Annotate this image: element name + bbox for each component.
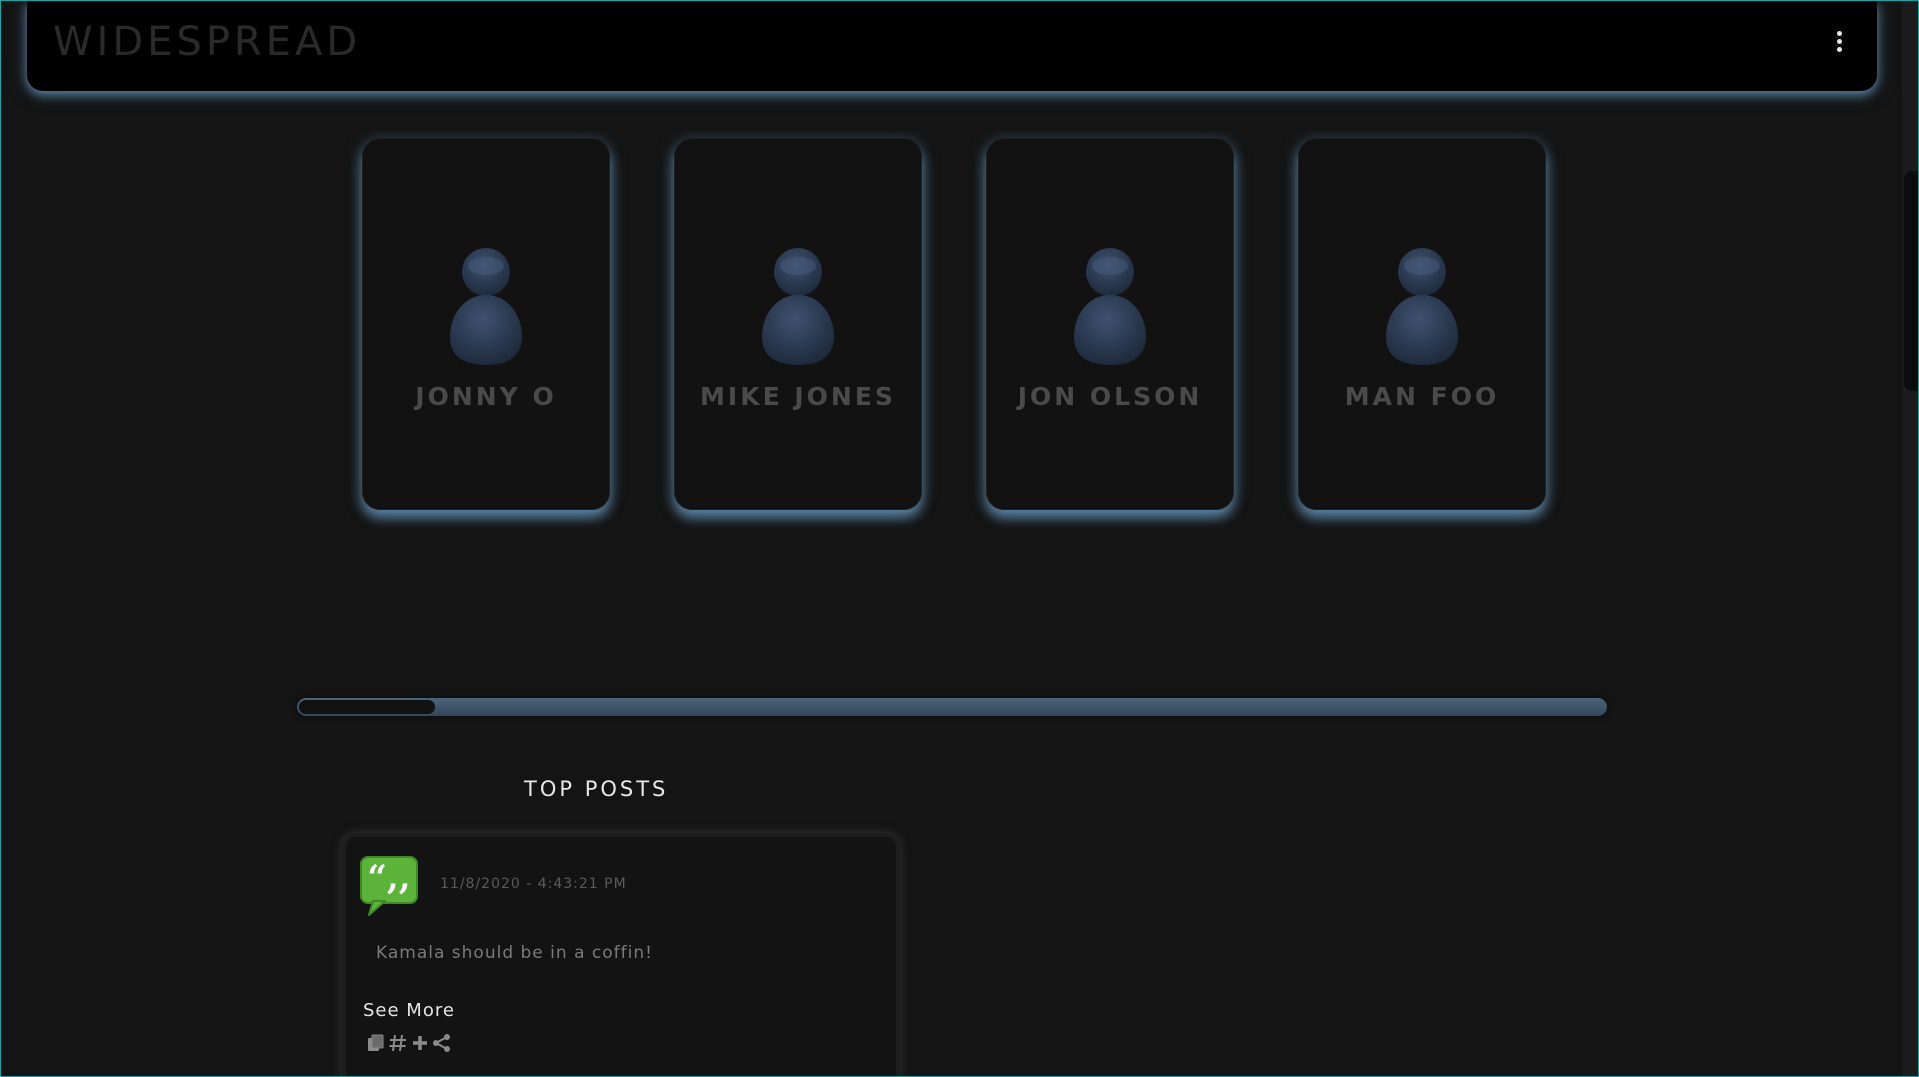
user-carousel: JONNY O MIKE JONES JON OLSON MAN FOO: [337, 131, 1607, 541]
carousel-scrollbar-thumb[interactable]: [299, 700, 435, 714]
browser-frame: WIDESPREAD JONNY O MIKE JONES JON OLSON …: [0, 0, 1919, 1077]
page-scrollbar-thumb[interactable]: [1904, 171, 1918, 391]
page: WIDESPREAD JONNY O MIKE JONES JON OLSON …: [2, 1, 1902, 1076]
user-card[interactable]: MIKE JONES: [674, 138, 922, 510]
post-card: “,, 11/8/2020 - 4:43:21 PM Kamala should…: [342, 833, 900, 1076]
user-name: JON OLSON: [1017, 382, 1203, 411]
quote-bubble-icon: “,,: [360, 856, 418, 916]
user-avatar-icon: [1386, 248, 1458, 365]
user-avatar-icon: [762, 248, 834, 365]
svg-text:“,,: “,,: [367, 858, 410, 898]
page-scrollbar[interactable]: [1902, 1, 1918, 1076]
user-avatar-icon: [1074, 248, 1146, 365]
hashtag-icon[interactable]: [388, 1033, 408, 1053]
carousel-scrollbar[interactable]: [297, 698, 1607, 716]
user-name: MIKE JONES: [700, 382, 896, 411]
user-card[interactable]: JONNY O: [362, 138, 610, 510]
top-header: WIDESPREAD: [27, 1, 1877, 91]
share-icon[interactable]: [432, 1033, 452, 1053]
copy-icon[interactable]: [366, 1033, 386, 1053]
plus-icon[interactable]: [410, 1033, 430, 1053]
user-card[interactable]: JON OLSON: [986, 138, 1234, 510]
see-more-link[interactable]: See More: [363, 1000, 455, 1021]
brand-logo-text[interactable]: WIDESPREAD: [53, 19, 361, 65]
user-name: MAN FOO: [1344, 382, 1500, 411]
user-card[interactable]: MAN FOO: [1298, 138, 1546, 510]
top-posts-title: TOP POSTS: [524, 777, 669, 801]
user-avatar-icon: [450, 248, 522, 365]
user-name: JONNY O: [415, 382, 557, 411]
post-text: Kamala should be in a coffin!: [376, 943, 653, 963]
more-vertical-icon[interactable]: [1831, 31, 1847, 55]
post-timestamp: 11/8/2020 - 4:43:21 PM: [440, 876, 627, 892]
